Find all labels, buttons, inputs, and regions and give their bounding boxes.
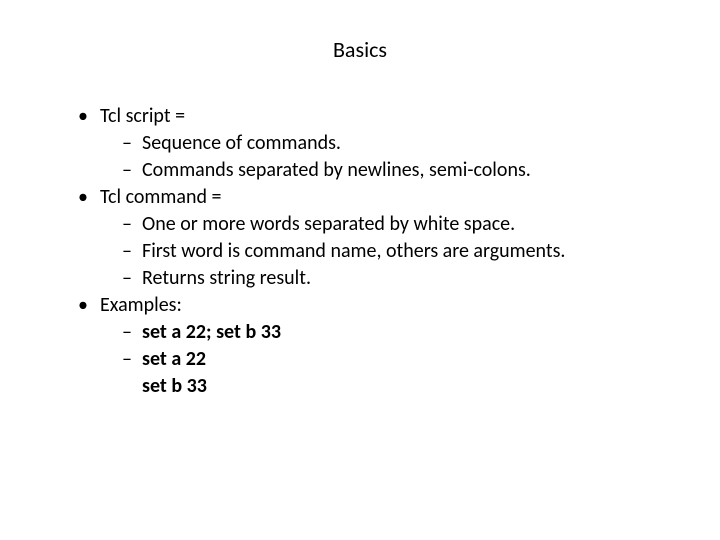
list-item: Tcl command = One or more words separate… [78,184,680,292]
list-item: set a 22; set b 33 [122,319,680,346]
bullet-text: Tcl script = [100,104,185,128]
code-example: set a 22 [142,347,206,371]
bullet-list: Tcl script = Sequence of commands. Comma… [40,103,680,400]
code-example: set b 33 [142,373,680,400]
bullet-text: First word is command name, others are a… [142,239,565,263]
list-item: Returns string result. [122,265,680,292]
list-item: Tcl script = Sequence of commands. Comma… [78,103,680,184]
bullet-text: Examples: [100,293,182,317]
list-item: One or more words separated by white spa… [122,211,680,238]
sub-list: Sequence of commands. Commands separated… [100,130,680,184]
bullet-text: Returns string result. [142,266,311,290]
bullet-text: Commands separated by newlines, semi-col… [142,158,531,182]
list-item: Sequence of commands. [122,130,680,157]
sub-list: One or more words separated by white spa… [100,211,680,292]
bullet-text: Tcl command = [100,185,221,209]
sub-list: set a 22; set b 33 set a 22 set b 33 [100,319,680,400]
list-item: Commands separated by newlines, semi-col… [122,157,680,184]
slide-title: Basics [40,36,680,63]
code-example: set a 22; set b 33 [142,320,281,344]
list-item: set a 22 set b 33 [122,346,680,400]
bullet-text: Sequence of commands. [142,131,341,155]
list-item: Examples: set a 22; set b 33 set a 22 se… [78,292,680,400]
list-item: First word is command name, others are a… [122,238,680,265]
slide: Basics Tcl script = Sequence of commands… [0,0,720,540]
bullet-text: One or more words separated by white spa… [142,212,515,236]
